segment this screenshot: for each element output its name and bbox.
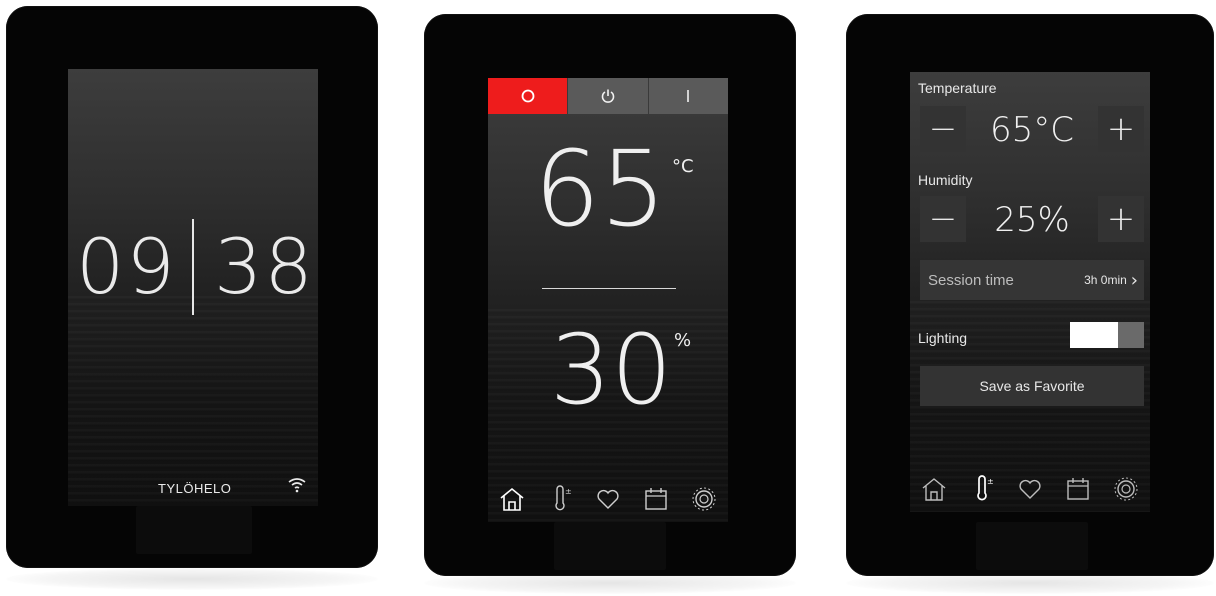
mode-power-button[interactable] bbox=[568, 78, 649, 114]
temperature-unit: °C bbox=[672, 156, 694, 177]
calendar-icon bbox=[1067, 478, 1089, 500]
session-time-label: Session time bbox=[928, 271, 1014, 289]
session-time-row[interactable]: Session time 3h 0min › bbox=[920, 260, 1144, 300]
home-screen: 65 °C 30 % ± bbox=[488, 78, 728, 522]
lighting-label: Lighting bbox=[918, 330, 968, 346]
nav-favorites-button[interactable] bbox=[1015, 474, 1045, 504]
mode-bar bbox=[488, 78, 728, 114]
device-settings: Temperature − 65°C + Humidity − 25% + Se… bbox=[846, 14, 1214, 576]
power-icon bbox=[601, 89, 615, 103]
bezel-sensor bbox=[136, 506, 252, 554]
nav-home-button[interactable] bbox=[497, 484, 527, 514]
humidity-unit: % bbox=[674, 330, 692, 351]
bar-icon bbox=[687, 90, 690, 102]
heart-icon bbox=[597, 489, 619, 509]
svg-text:±: ± bbox=[987, 477, 994, 486]
humidity-setting-value: 25% bbox=[994, 200, 1070, 240]
temperature-value: 65 bbox=[534, 128, 667, 250]
nav-temperature-button[interactable]: ± bbox=[967, 474, 997, 504]
svg-text:±: ± bbox=[565, 487, 572, 496]
session-time-value: 3h 0min bbox=[1084, 273, 1127, 287]
humidity-label: Humidity bbox=[918, 172, 973, 188]
nav-settings-button[interactable] bbox=[1111, 474, 1141, 504]
chevron-right-icon: › bbox=[1130, 269, 1138, 291]
bezel-sensor bbox=[554, 522, 666, 570]
device-home: 65 °C 30 % ± bbox=[424, 14, 796, 576]
device-clock: 09 38 TYLÖHELO bbox=[6, 6, 378, 568]
bezel-sensor bbox=[976, 522, 1088, 570]
temperature-increase-button[interactable]: + bbox=[1098, 106, 1144, 152]
value-divider bbox=[542, 288, 676, 289]
clock-minute: 38 bbox=[214, 222, 315, 311]
ring-icon bbox=[521, 89, 535, 103]
save-favorite-button[interactable]: Save as Favorite bbox=[920, 366, 1144, 406]
bottom-nav: ± bbox=[910, 466, 1150, 512]
wifi-icon bbox=[288, 478, 306, 493]
thermometer-icon: ± bbox=[555, 485, 572, 511]
gear-icon bbox=[692, 487, 716, 511]
calendar-icon bbox=[645, 488, 667, 510]
temperature-decrease-button[interactable]: − bbox=[920, 106, 966, 152]
lighting-toggle[interactable] bbox=[1070, 322, 1144, 348]
gear-icon bbox=[1114, 477, 1138, 501]
heart-icon bbox=[1019, 479, 1041, 499]
nav-calendar-button[interactable] bbox=[1063, 474, 1093, 504]
temperature-setting-value: 65°C bbox=[989, 110, 1074, 150]
temperature-label: Temperature bbox=[918, 80, 997, 96]
home-icon bbox=[922, 478, 946, 501]
bottom-nav: ± bbox=[488, 476, 728, 522]
brand-logo: TYLÖHELO bbox=[158, 481, 232, 496]
thermometer-icon: ± bbox=[977, 475, 994, 501]
humidity-decrease-button[interactable]: − bbox=[920, 196, 966, 242]
toggle-knob bbox=[1070, 322, 1118, 348]
humidity-value: 30 bbox=[550, 314, 673, 426]
home-icon bbox=[500, 487, 524, 511]
nav-calendar-button[interactable] bbox=[641, 484, 671, 514]
clock-screen: 09 38 TYLÖHELO bbox=[68, 69, 318, 506]
clock-separator bbox=[192, 219, 194, 315]
nav-home-button[interactable] bbox=[919, 474, 949, 504]
nav-settings-button[interactable] bbox=[689, 484, 719, 514]
nav-favorites-button[interactable] bbox=[593, 484, 623, 514]
humidity-increase-button[interactable]: + bbox=[1098, 196, 1144, 242]
nav-temperature-button[interactable]: ± bbox=[545, 484, 575, 514]
settings-screen: Temperature − 65°C + Humidity − 25% + Se… bbox=[910, 72, 1150, 512]
mode-ring-button[interactable] bbox=[488, 78, 569, 114]
clock-hour: 09 bbox=[76, 222, 177, 311]
mode-on-button[interactable] bbox=[648, 78, 728, 114]
